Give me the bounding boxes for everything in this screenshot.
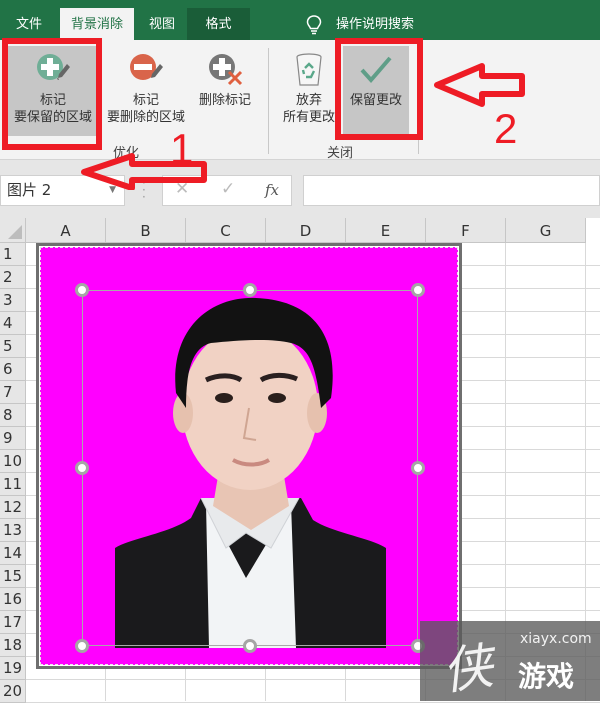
resize-handle-top-left[interactable] [75,283,89,297]
row-header-20[interactable]: 20 [0,680,26,703]
button-label-line2: 要删除的区域 [106,110,185,125]
annotation-number-1: 1 [170,125,194,172]
row-header-18[interactable]: 18 [0,634,26,657]
row-header-10[interactable]: 10 [0,450,26,473]
name-box-value: 图片 2 [7,181,52,199]
column-header-c[interactable]: C [186,218,266,243]
row-header-1[interactable]: 1 [0,243,26,266]
annotation-box-step1 [2,38,102,150]
row-header-15[interactable]: 15 [0,565,26,588]
watermark-name: 游戏 [518,660,575,693]
resize-handle-top[interactable] [243,283,257,297]
row-header-2[interactable]: 2 [0,266,26,289]
row-header-16[interactable]: 16 [0,588,26,611]
row-header-5[interactable]: 5 [0,335,26,358]
ribbon-tab-bar: 文件 背景消除 视图 格式 操作说明搜索 [0,0,600,40]
annotation-number-2: 2 [494,105,518,152]
row-header-12[interactable]: 12 [0,496,26,519]
formula-input[interactable] [303,175,600,206]
resize-handle-right[interactable] [411,461,425,475]
enter-icon[interactable]: ✓ [221,179,235,199]
resize-handle-bottom[interactable] [243,639,257,653]
column-header-d[interactable]: D [266,218,346,243]
group-separator [268,48,269,154]
annotation-arrow-step2 [434,63,525,107]
lightbulb-icon[interactable] [305,14,323,36]
select-all-corner[interactable] [0,218,26,243]
row-header-19[interactable]: 19 [0,657,26,680]
button-label-line1: 标记 [132,93,159,108]
mark-areas-to-remove-button[interactable]: 标记 要删除的区域 [102,46,190,136]
row-header-8[interactable]: 8 [0,404,26,427]
column-header-a[interactable]: A [26,218,106,243]
column-header-f[interactable]: F [426,218,506,243]
row-header-3[interactable]: 3 [0,289,26,312]
background-removal-marquee[interactable] [82,290,418,646]
watermark-site: xiayx.com [520,631,592,647]
button-label: 删除标记 [198,93,251,108]
discard-all-changes-button[interactable]: 放弃 所有更改 [278,46,340,136]
row-header-11[interactable]: 11 [0,473,26,496]
tab-background-removal[interactable]: 背景消除 [60,8,134,40]
tab-file[interactable]: 文件 [0,8,58,40]
group-label-close: 关闭 [327,146,354,161]
row-header-4[interactable]: 4 [0,312,26,335]
row-header-6[interactable]: 6 [0,358,26,381]
delete-mark-button[interactable]: 删除标记 [194,46,256,136]
row-header-9[interactable]: 9 [0,427,26,450]
watermark-logo: 侠 [438,636,497,702]
annotation-box-step2 [335,38,423,140]
column-header-b[interactable]: B [106,218,186,243]
button-label-line1: 放弃 [295,93,322,108]
resize-handle-left[interactable] [75,461,89,475]
gridline-horizontal [26,702,600,703]
insert-function-icon[interactable]: fx [265,181,279,199]
site-watermark: 侠 xiayx.com 游戏 [420,621,600,701]
resize-handle-top-right[interactable] [411,283,425,297]
tell-me-search[interactable]: 操作说明搜索 [336,8,414,40]
row-header-13[interactable]: 13 [0,519,26,542]
row-header-7[interactable]: 7 [0,381,26,404]
recycle-bin-icon [296,53,322,86]
tab-view[interactable]: 视图 [137,8,187,40]
row-header-14[interactable]: 14 [0,542,26,565]
row-header-17[interactable]: 17 [0,611,26,634]
tab-format[interactable]: 格式 [187,8,250,40]
button-label-line2: 所有更改 [282,110,335,125]
column-header-g[interactable]: G [506,218,586,243]
resize-handle-bottom-left[interactable] [75,639,89,653]
delete-mark-icon [209,54,243,86]
mark-remove-icon [130,54,163,80]
column-header-e[interactable]: E [346,218,426,243]
